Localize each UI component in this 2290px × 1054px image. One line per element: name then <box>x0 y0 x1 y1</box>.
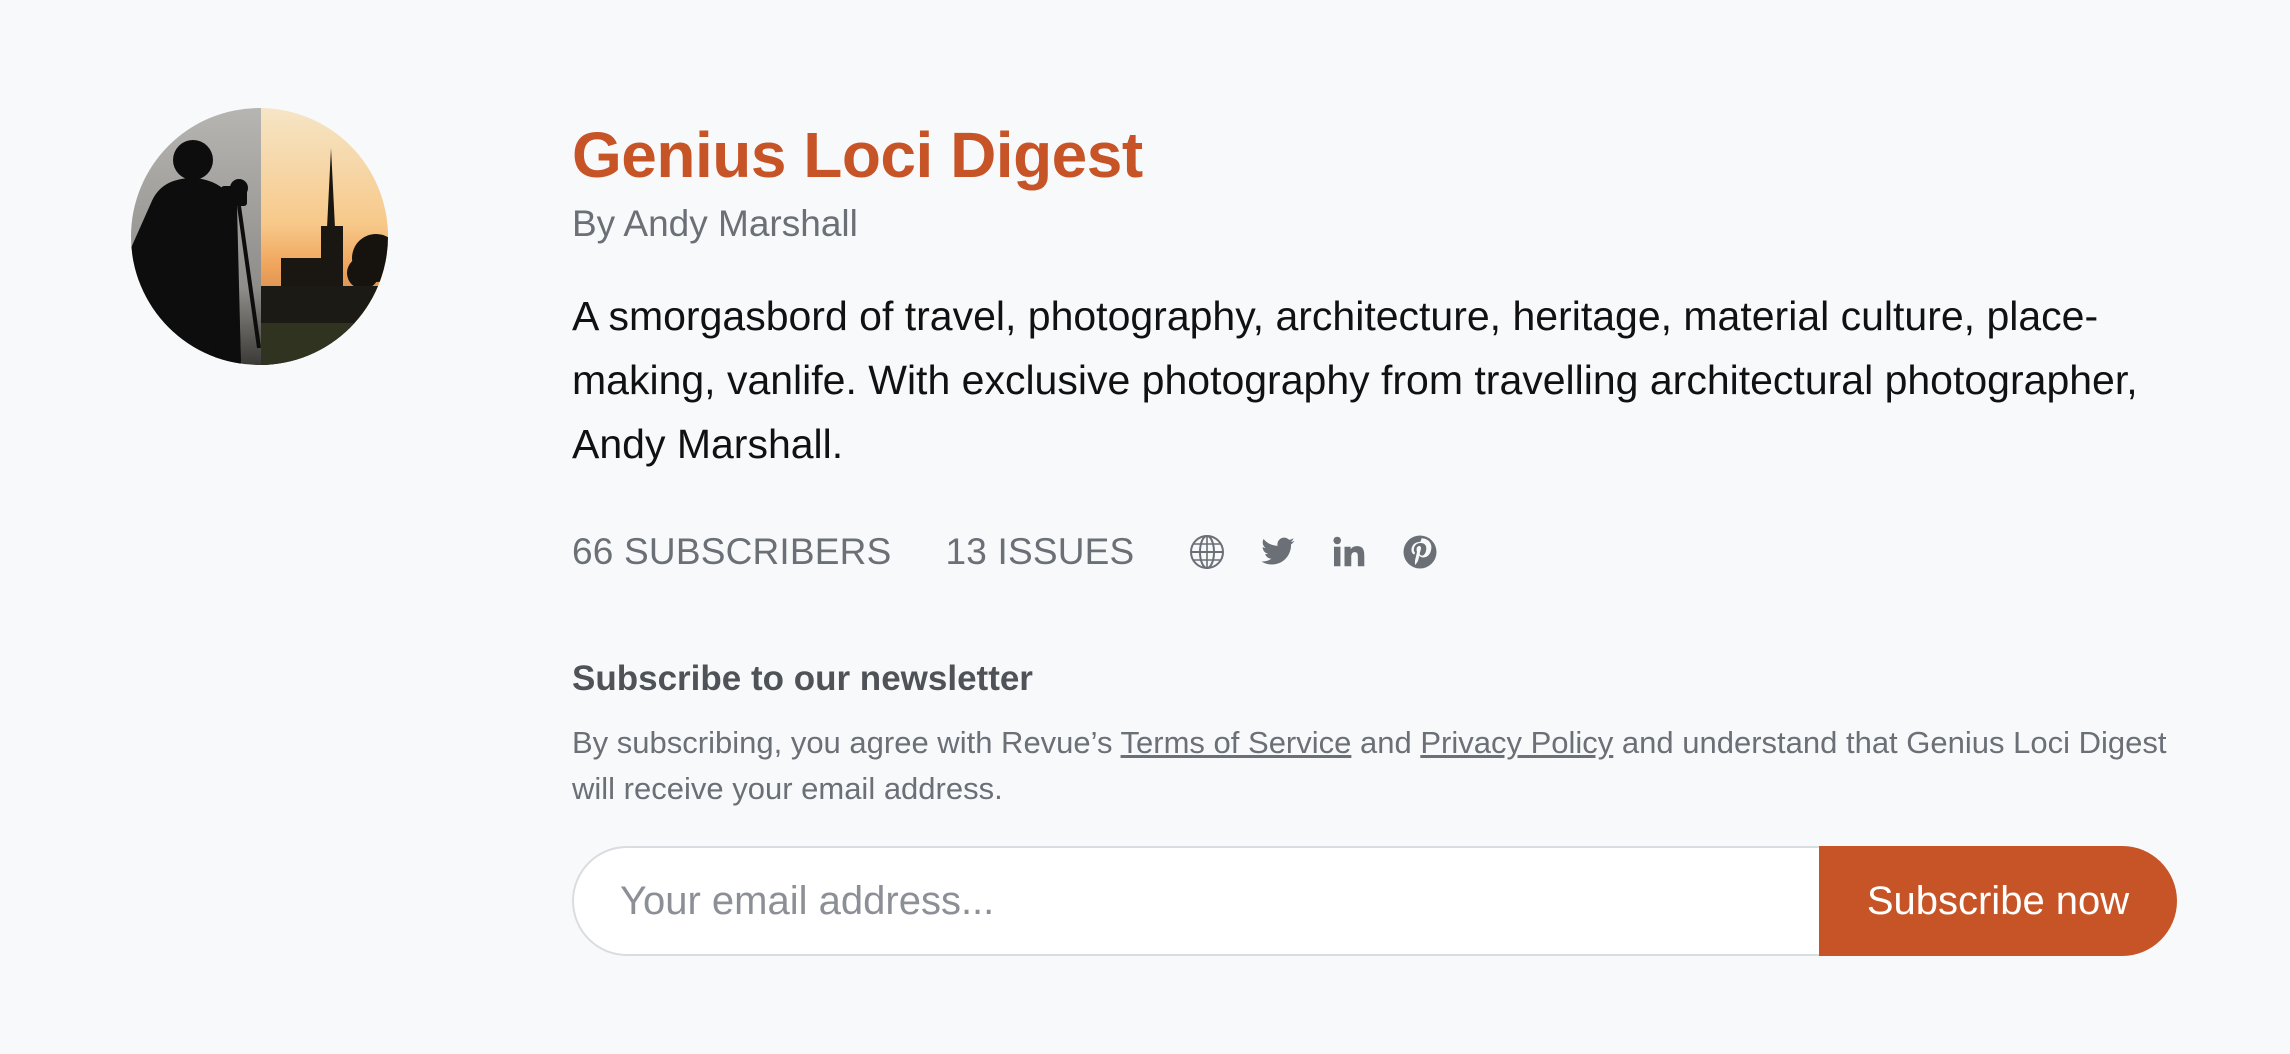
legal-notice: By subscribing, you agree with Revue’s T… <box>572 720 2172 812</box>
globe-icon <box>1190 535 1225 569</box>
linkedin-link[interactable] <box>1330 533 1368 571</box>
subscribe-form: Subscribe now <box>572 846 2177 956</box>
newsletter-description: A smorgasbord of travel, photography, ar… <box>572 293 2138 467</box>
social-links <box>1188 533 1472 571</box>
subscriber-count: 66 SUBSCRIBERS <box>572 531 892 572</box>
website-link[interactable] <box>1188 533 1226 571</box>
email-input[interactable] <box>572 846 1819 956</box>
privacy-policy-link[interactable]: Privacy Policy <box>1420 725 1613 760</box>
twitter-link[interactable] <box>1259 533 1297 571</box>
avatar <box>131 108 388 365</box>
legal-and: and <box>1351 725 1421 760</box>
author-byline: By Andy Marshall <box>572 203 858 244</box>
linkedin-icon <box>1333 536 1365 567</box>
newsletter-details: Genius Loci Digest By Andy Marshall A sm… <box>572 118 2182 956</box>
newsletter-meta: 66 SUBSCRIBERS 13 ISSUES <box>572 528 2182 576</box>
issue-count: 13 ISSUES <box>945 531 1135 572</box>
photographer-silhouette-avatar <box>131 108 388 365</box>
subscribe-button[interactable]: Subscribe now <box>1819 846 2177 956</box>
twitter-icon <box>1261 537 1295 565</box>
pinterest-link[interactable] <box>1401 533 1439 571</box>
legal-prefix: By subscribing, you agree with Revue’s <box>572 725 1121 760</box>
pinterest-icon <box>1403 535 1437 569</box>
newsletter-title: Genius Loci Digest <box>572 119 1143 191</box>
subscribe-heading: Subscribe to our newsletter <box>572 659 1033 698</box>
terms-of-service-link[interactable]: Terms of Service <box>1121 725 1352 760</box>
newsletter-profile-page: Genius Loci Digest By Andy Marshall A sm… <box>0 0 2290 1054</box>
